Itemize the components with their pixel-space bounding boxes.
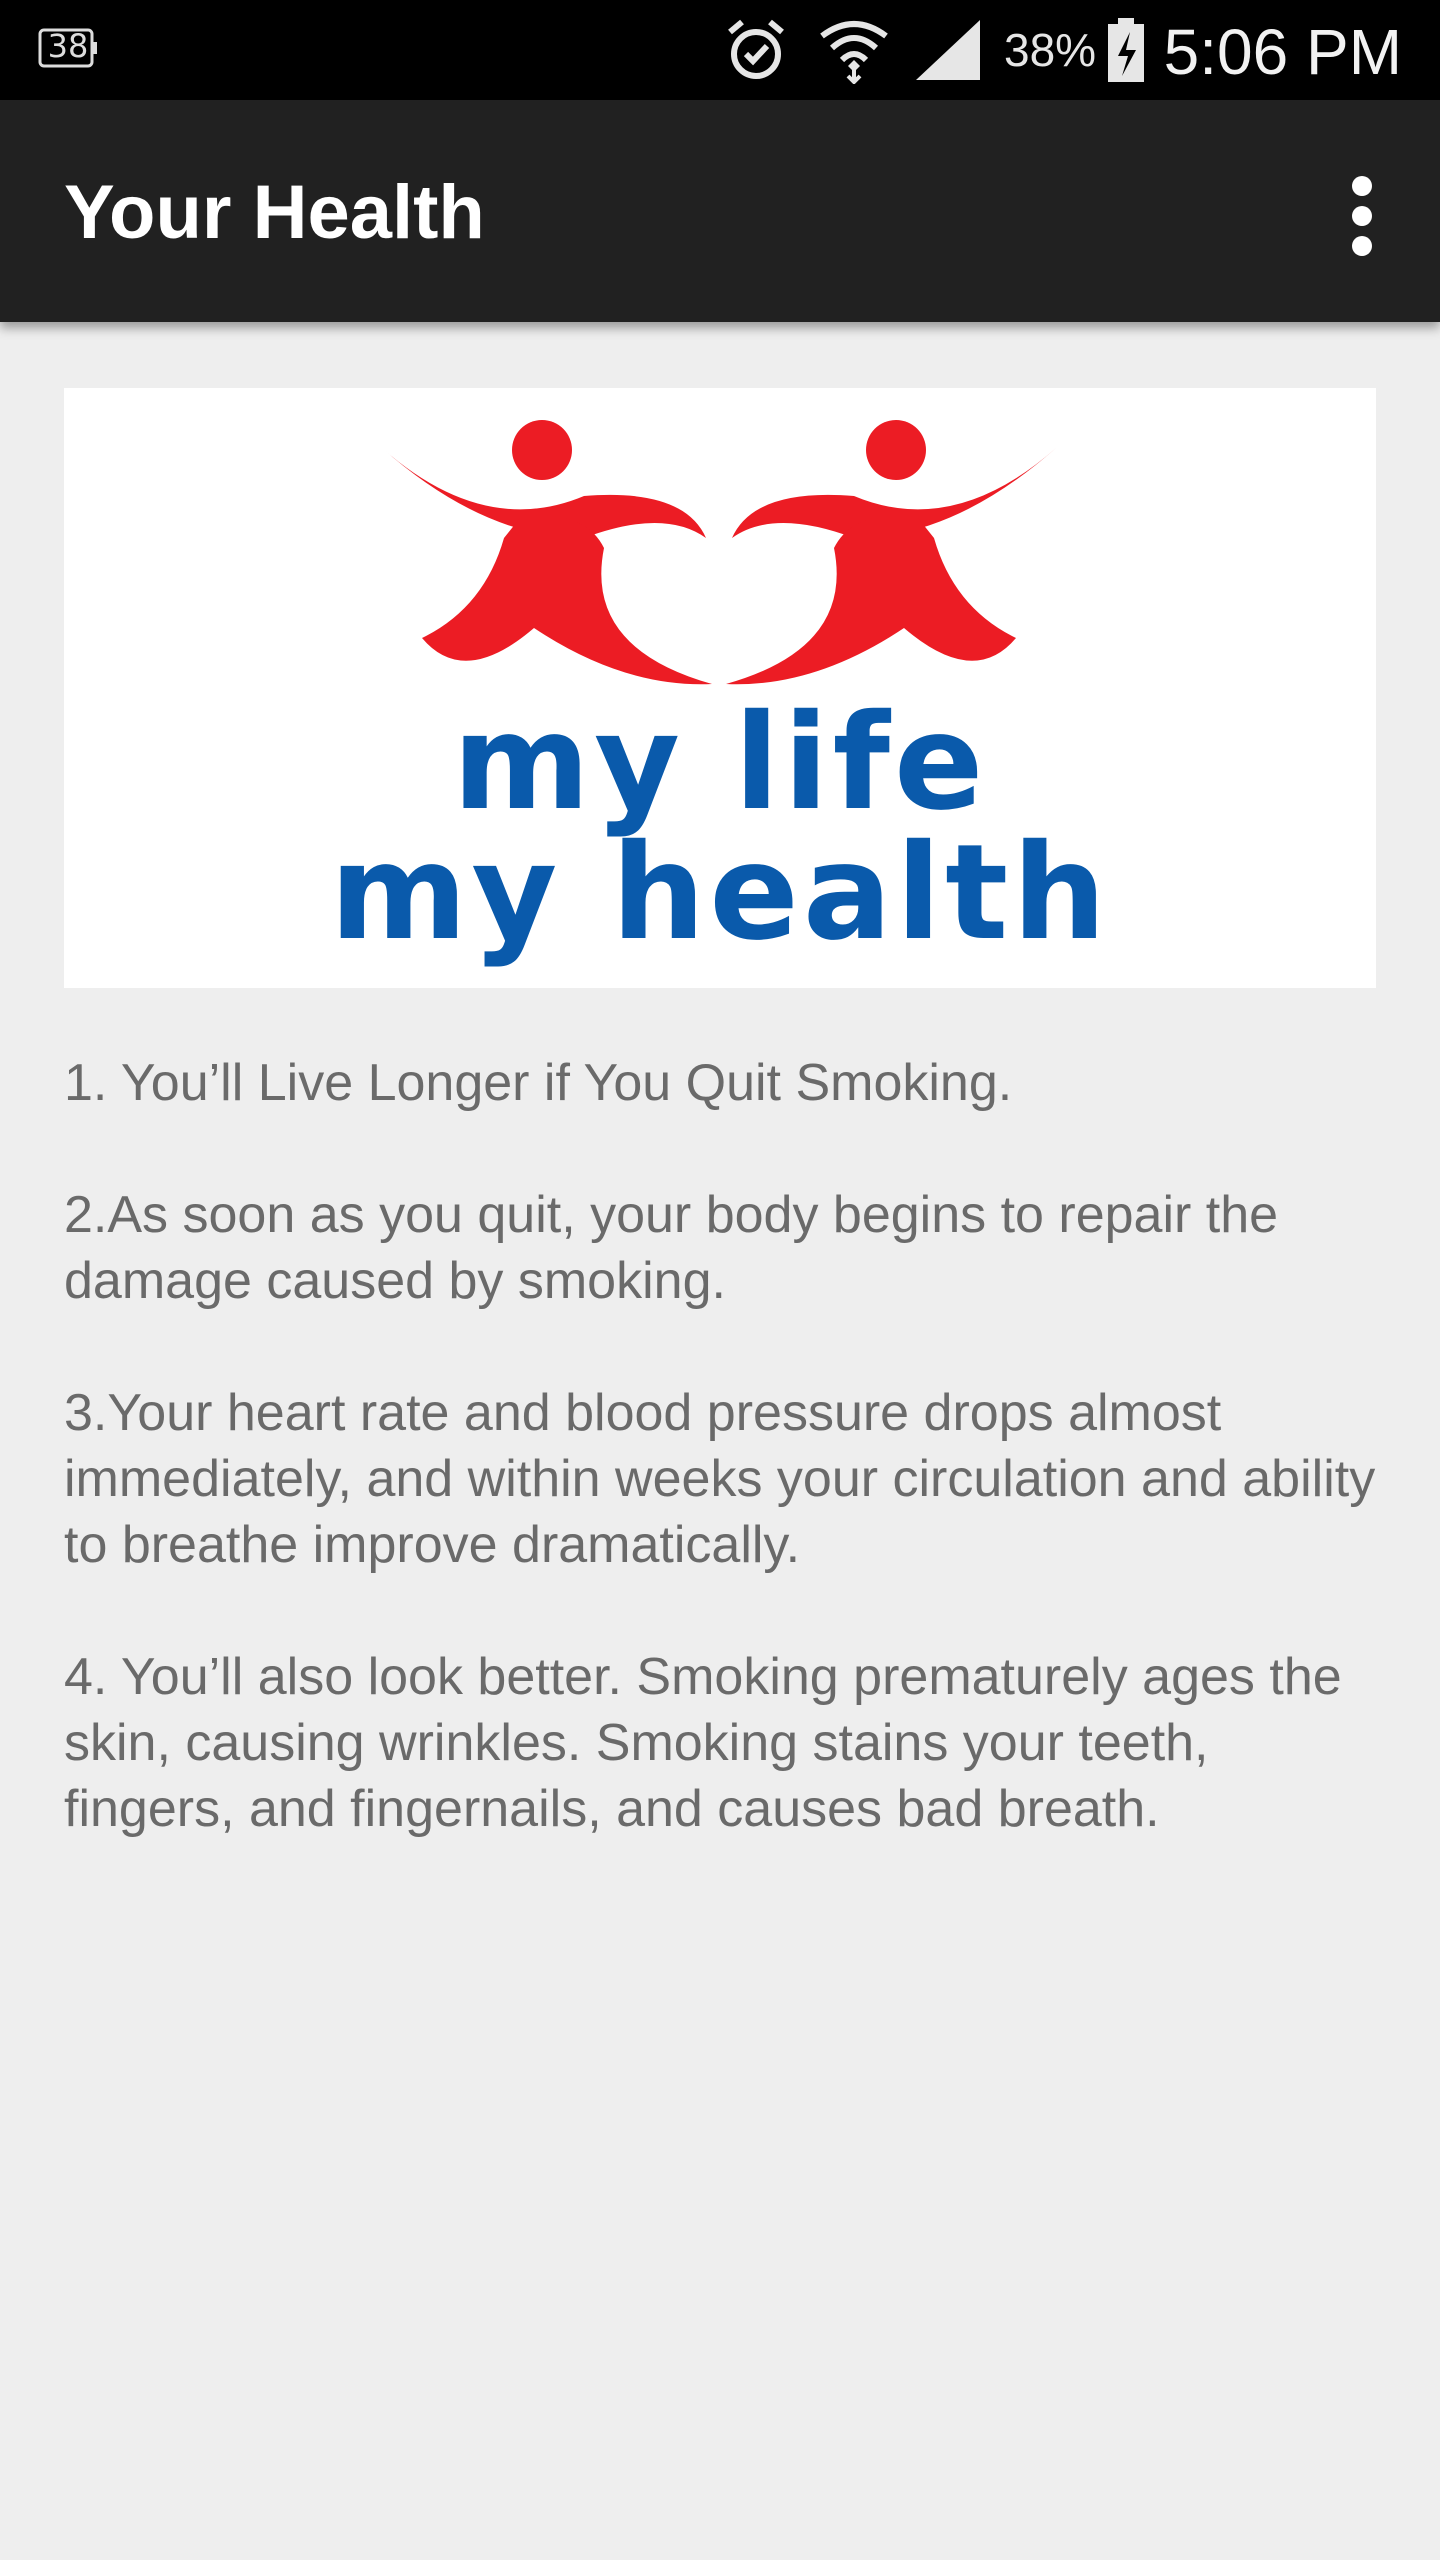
tip-item: 1. You’ll Live Longer if You Quit Smokin… (64, 1054, 1013, 1112)
alarm-icon (722, 16, 790, 84)
app-bar: Your Health (0, 100, 1440, 322)
logo-line-2: my health (330, 816, 1110, 970)
tips-list: 1. You’ll Live Longer if You Quit Smokin… (64, 1050, 1384, 1908)
page-title: Your Health (64, 170, 485, 255)
clock: 5:06 PM (1163, 16, 1402, 88)
tip-item: 4. You’ll also look better. Smoking prem… (64, 1648, 1342, 1838)
more-vert-icon[interactable] (1338, 176, 1386, 256)
tip-item: 2.As soon as you quit, your body begins … (64, 1186, 1279, 1310)
wifi-icon (818, 16, 890, 85)
battery-percent: 38% (1004, 24, 1097, 76)
my-life-my-health-logo: my life my health (64, 388, 1376, 988)
status-bar: 38 38% 5:06 PM (0, 0, 1440, 100)
battery-charging-icon (1104, 16, 1148, 84)
signal-icon (912, 16, 984, 84)
notification-count: 38 (47, 27, 89, 65)
tip-item: 3.Your heart rate and blood pressure dro… (64, 1384, 1376, 1574)
